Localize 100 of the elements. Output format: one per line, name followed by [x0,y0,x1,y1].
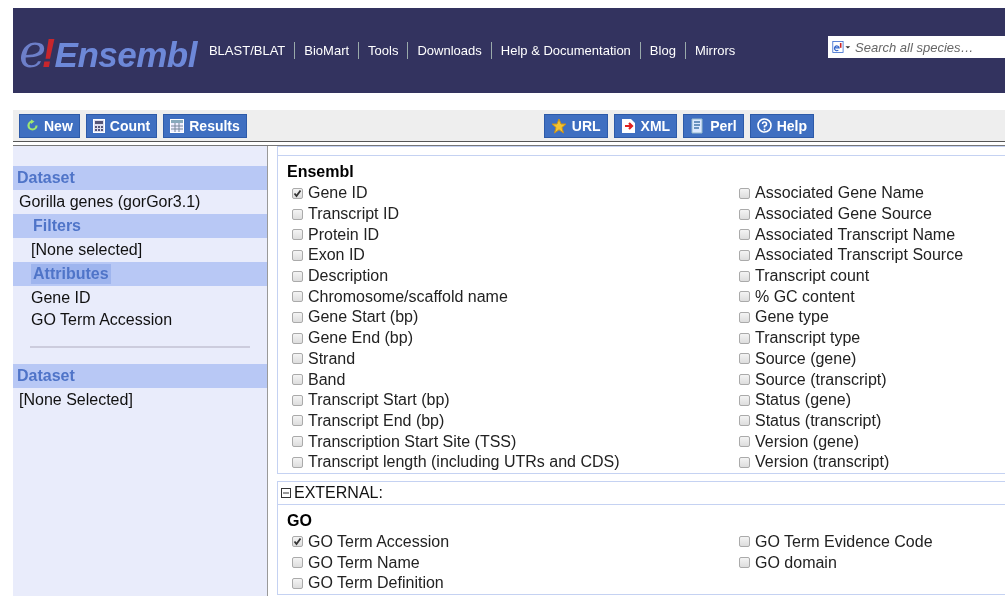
selected-item: [None selected] [30,240,144,260]
attribute-label: Associated Transcript Source [755,246,964,265]
group-title: Ensembl [287,162,355,182]
checkbox[interactable] [292,187,303,199]
checkbox[interactable] [292,353,303,365]
attribute-label: Exon ID [308,246,365,265]
attribute-label: Transcript type [755,329,861,348]
table-icon [170,118,185,133]
selected-item: Gene ID [30,288,92,308]
arrow-icon [620,117,636,134]
checkbox[interactable] [292,374,303,386]
attribute-label: Protein ID [308,225,380,244]
toolbar-button[interactable]: Perl [683,113,744,138]
attribute-label: Source (gene) [755,349,857,368]
section-title: EXTERNAL: [294,483,383,502]
checkbox[interactable] [739,415,750,427]
toolbar-button[interactable]: Results [163,113,247,138]
attribute-label: Description [308,267,389,286]
attribute-label: Strand [308,349,356,368]
attribute-label: Transcription Start Site (TSS) [308,432,517,451]
attribute-label: % GC content [755,287,855,306]
nav-link[interactable]: Downloads [407,42,491,59]
selected-item: GO Term Accession [30,310,174,330]
sidebar-link[interactable]: Filters [31,216,83,236]
attribute-label: Gene ID [308,184,368,203]
section-header: Dataset [13,364,267,388]
attribute-label: Associated Transcript Name [755,225,956,244]
checkbox[interactable] [292,229,303,241]
attribute-label: GO Term Evidence Code [755,532,933,551]
checkbox[interactable] [739,291,750,303]
checkbox[interactable] [739,436,750,448]
ensembl-logo[interactable]: e!Ensembl [19,27,197,74]
nav-link[interactable]: BLAST/BLAT [208,42,295,59]
checkbox[interactable] [292,270,303,282]
attribute-label: Version (transcript) [755,453,890,472]
attribute-label: Associated Gene Source [755,205,932,224]
checkbox[interactable] [739,353,750,365]
checkbox[interactable] [739,311,750,323]
calculator-icon [92,118,105,133]
nav-link[interactable]: Blog [639,42,685,59]
attribute-label: GO Term Accession [308,532,450,551]
attribute-label: Transcript ID [308,205,399,224]
checkbox[interactable] [292,577,303,589]
checkbox[interactable] [292,536,303,548]
collapse-icon[interactable] [281,487,291,498]
attribute-label: Status (transcript) [755,411,882,430]
checkbox[interactable] [292,415,303,427]
attribute-label: Transcript End (bp) [308,411,445,430]
checkbox[interactable] [292,249,303,261]
species-icon[interactable] [832,39,851,55]
checkbox[interactable] [739,394,750,406]
checkbox[interactable] [739,456,750,468]
nav-link[interactable]: Mirrors [684,42,745,59]
checkbox[interactable] [292,394,303,406]
checkbox[interactable] [292,208,303,220]
checkbox[interactable] [739,536,750,548]
group-title: GO [287,510,313,531]
toolbar-button[interactable]: Count [85,113,158,138]
toolbar-button[interactable]: XML [613,113,678,138]
attribute-label: Transcript Start (bp) [308,391,450,410]
dataset-name: Gorilla genes (gorGor3.1) [18,192,202,212]
attribute-label: Gene Start (bp) [308,308,419,327]
nav-link[interactable]: Help & Documentation [490,42,640,59]
toolbar-button[interactable]: Help [749,113,814,138]
checkbox[interactable] [739,229,750,241]
attribute-label: Gene type [755,308,829,327]
attribute-label: GO Term Name [308,553,420,572]
attribute-label: Associated Gene Name [755,184,924,203]
checkbox[interactable] [292,332,303,344]
refresh-icon [26,119,39,132]
nav-link[interactable]: Tools [358,42,408,59]
checkbox[interactable] [739,249,750,261]
checkbox[interactable] [739,374,750,386]
attribute-label: Chromosome/scaffold name [308,287,508,306]
document-icon [690,117,706,134]
toolbar-button[interactable]: URL [543,113,608,138]
checkbox[interactable] [292,311,303,323]
checkbox[interactable] [292,456,303,468]
attribute-label: Status (gene) [755,391,852,410]
toolbar-button[interactable]: New [19,113,80,138]
attribute-label: GO Term Definition [308,574,444,593]
checkbox[interactable] [292,436,303,448]
checkbox[interactable] [739,332,750,344]
attribute-label: Gene End (bp) [308,329,413,348]
section-header: Dataset [13,166,267,190]
dataset-name: [None Selected] [18,390,134,410]
checkbox[interactable] [739,208,750,220]
checkbox[interactable] [739,270,750,282]
star-icon [550,117,567,134]
checkbox[interactable] [739,557,750,569]
checkbox[interactable] [739,187,750,199]
help-icon [756,118,772,133]
checkbox[interactable] [292,291,303,303]
attribute-label: Version (gene) [755,432,860,451]
search-field[interactable]: Search all species… [828,36,1005,58]
attribute-label: GO domain [755,553,837,572]
attribute-label: Band [308,370,346,389]
nav-link[interactable]: BioMart [294,42,359,59]
checkbox[interactable] [292,557,303,569]
attribute-label: Transcript count [755,267,870,286]
